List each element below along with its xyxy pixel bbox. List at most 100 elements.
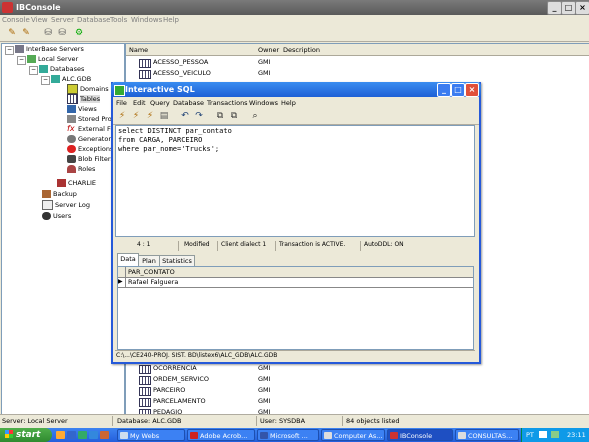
db-disconnect-icon[interactable]: ⛁ [56,28,68,39]
tree-domains[interactable]: Domains [67,84,109,94]
list-item[interactable]: PARCEIRO GMI [126,385,589,396]
status-divider [342,416,343,426]
task-adobe[interactable]: Adobe Acrob... [187,429,255,441]
collapse-icon[interactable]: − [29,66,38,75]
prev-query-icon[interactable]: ⚡ [130,110,142,122]
dialog-titlebar[interactable]: Interactive SQL _ □ × [111,82,481,97]
dmenu-query[interactable]: Query [150,99,170,107]
tree-server[interactable]: Local Server [27,54,78,64]
dmenu-help[interactable]: Help [281,99,296,107]
grid-cell[interactable]: Rafael Falguera [128,277,178,287]
tree-db-alc[interactable]: ALC.GDB [51,74,91,84]
list-item[interactable]: ORDEM_SERVICO GMI [126,374,589,385]
tab-data[interactable]: Data [117,253,139,266]
task-microsoft[interactable]: Microsoft ... [257,429,319,441]
menu-database[interactable]: Database [77,16,110,24]
unregister-icon[interactable]: ✎ [20,28,32,39]
sql-editor[interactable]: select DISTINCT par_contato from CARGA, … [115,125,475,237]
execute-icon[interactable]: ⚡ [116,110,128,122]
menu-console[interactable]: Console [2,16,30,24]
task-my-webs[interactable]: My Webs [117,429,185,441]
table-icon [139,398,151,407]
next-query-icon[interactable]: ⚡ [144,110,156,122]
collapse-icon[interactable]: − [41,76,50,85]
minimize-icon[interactable]: _ [547,1,562,15]
col-owner[interactable]: Owner [258,46,279,54]
list-item[interactable]: PARCELAMENTO GMI [126,396,589,407]
tray-icon[interactable] [539,431,547,438]
tree-generators[interactable]: Generators [67,134,114,144]
maximize-icon[interactable]: □ [451,83,465,97]
grid-column-header[interactable]: PAR_CONTATO [128,267,175,277]
undo-icon[interactable]: ↶ [179,110,191,122]
tab-statistics[interactable]: Statistics [159,255,195,266]
sql-icon[interactable]: ⚙ [73,28,85,39]
language-indicator[interactable]: PT [526,431,534,439]
dmenu-windows[interactable]: Windows [249,99,278,107]
col-name[interactable]: Name [129,46,148,54]
tree-external-functions[interactable]: fx External Fu [67,124,115,134]
tree-stored-procedures[interactable]: Stored Pro [67,114,112,124]
tree-root[interactable]: InterBase Servers [15,44,84,54]
task-consultas[interactable]: CONSULTAS... [455,429,519,441]
rollback-icon[interactable]: ⧉ [228,110,240,122]
dmenu-database[interactable]: Database [173,99,204,107]
tree-users[interactable]: Users [42,211,71,221]
minimize-icon[interactable]: _ [437,83,451,97]
menu-tools[interactable]: Tools [110,16,127,24]
quicklaunch-icon[interactable] [89,431,98,439]
list-item[interactable]: ACESSO_VEICULO GMI [126,68,589,79]
quicklaunch-icon[interactable] [100,431,109,439]
table-icon [139,387,151,396]
col-description[interactable]: Description [283,46,320,54]
tree-views[interactable]: Views [67,104,97,114]
list-item[interactable]: OCORRENCIA GMI [126,363,589,374]
maximize-icon[interactable]: □ [561,1,576,15]
quicklaunch-icon[interactable] [67,431,76,439]
dmenu-edit[interactable]: Edit [133,99,146,107]
find-icon[interactable]: ⌕ [249,110,261,122]
quicklaunch-icon[interactable] [78,431,87,439]
tree-tables[interactable]: Tables [67,94,101,104]
list-item[interactable]: ACESSO_PESSOA GMI [126,57,589,68]
menu-view[interactable]: View [31,16,48,24]
start-button[interactable]: start [0,428,52,442]
window-titlebar[interactable]: IBConsole _ □ × [0,0,589,15]
dmenu-transactions[interactable]: Transactions [207,99,248,107]
tree-databases[interactable]: Databases [39,64,84,74]
menu-help[interactable]: Help [163,16,179,24]
task-computer-assoc[interactable]: Computer As... [321,429,385,441]
dmenu-file[interactable]: File [116,99,127,107]
tree-db-charlie[interactable]: CHARLIE [57,178,96,188]
modified-status: Modified [184,241,210,248]
dialog-toolbar: ⚡ ⚡ ⚡ ▤ ↶ ↷ ⧉ ⧉ ⌕ [113,108,479,125]
redo-icon[interactable]: ↷ [193,110,205,122]
tree-roles[interactable]: Roles [67,164,95,174]
collapse-icon[interactable]: − [17,56,26,65]
commit-icon[interactable]: ⧉ [214,110,226,122]
tree-server-log[interactable]: Server Log [42,200,90,210]
tree-exceptions[interactable]: Exceptions [67,144,113,154]
menu-server[interactable]: Server [51,16,74,24]
menu-windows[interactable]: Windows [131,16,162,24]
db-connect-icon[interactable]: ⛁ [42,28,54,39]
register-icon[interactable]: ✎ [6,28,18,39]
close-icon[interactable]: × [465,83,479,97]
tree-blob-filters[interactable]: Blob Filters [67,154,114,164]
users-icon [42,212,51,220]
clock[interactable]: 23:11 [567,431,586,439]
status-bar: Server: Local Server Database: ALC.GDB U… [0,414,589,427]
status-server: Server: Local Server [2,417,68,425]
close-icon[interactable]: × [575,1,589,15]
tab-plan[interactable]: Plan [138,255,160,266]
tables-icon [67,94,78,104]
volume-icon[interactable] [551,431,559,438]
tree-backup[interactable]: Backup [42,189,77,199]
table-icon [139,376,151,385]
collapse-icon[interactable]: − [5,46,14,55]
quicklaunch-icon[interactable] [56,431,65,439]
table-row[interactable]: ▶ Rafael Falguera [118,277,473,288]
task-ibconsole[interactable]: IBConsole [387,429,453,441]
clear-icon[interactable]: ▤ [158,110,170,122]
status-database: Database: ALC.GDB [117,417,182,425]
